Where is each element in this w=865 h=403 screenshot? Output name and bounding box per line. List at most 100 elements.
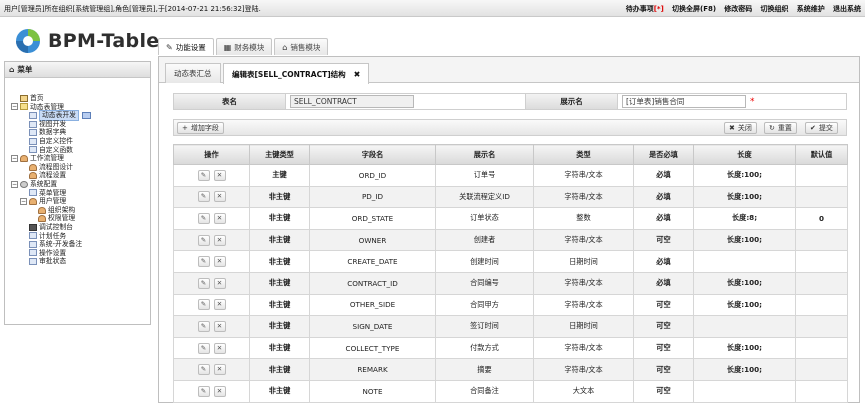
edit-row-icon[interactable]: ✎	[197, 234, 210, 246]
delete-row-icon[interactable]: ✕	[213, 191, 226, 203]
cell-type: 字符串/文本	[533, 358, 634, 381]
module-tabs: ✎ 功能设置 ▦ 财务模块 ⌂ 销售模块	[158, 38, 330, 55]
cell-operation: ✎ ✕	[173, 250, 250, 273]
login-info: 用户[管理员]所在组织[系统管理组],角色[管理员],于[2014-07-21 …	[4, 5, 261, 13]
cell-operation: ✎ ✕	[173, 379, 250, 403]
sidebar-item[interactable]: 菜单管理	[11, 189, 91, 198]
delete-row-icon[interactable]: ✕	[213, 256, 226, 268]
table-name-input[interactable]	[290, 95, 414, 108]
cell-length: 长度:100;	[693, 185, 796, 209]
cell-length: 长度:100;	[693, 271, 796, 295]
delete-row-icon[interactable]: ✕	[213, 234, 226, 246]
tab-table-summary[interactable]: 动态表汇总	[165, 63, 221, 83]
add-field-button[interactable]: + 增加字段	[177, 122, 224, 134]
sidebar-item[interactable]: 流程设置	[11, 171, 91, 180]
cell-operation: ✎ ✕	[173, 271, 250, 295]
doc-icon	[29, 232, 37, 240]
dark-icon	[29, 223, 37, 231]
cell-default	[795, 315, 848, 338]
cell-operation: ✎ ✕	[173, 185, 250, 209]
delete-row-icon[interactable]: ✕	[213, 385, 226, 397]
sidebar-item-label: 自定义控件	[39, 136, 73, 145]
sidebar-item[interactable]: 自定义函数	[11, 146, 91, 155]
submit-button[interactable]: ✔ 提交	[805, 122, 838, 134]
sidebar-item[interactable]: − 工作流管理	[11, 154, 91, 163]
sidebar-item[interactable]: 系统-开发备注	[11, 240, 91, 249]
delete-row-icon[interactable]: ✕	[213, 299, 226, 311]
sidebar-item[interactable]: 权限管理	[11, 214, 91, 223]
tab-finance-module[interactable]: ▦ 财务模块	[215, 38, 273, 55]
cell-required: 可空	[633, 228, 694, 252]
delete-row-icon[interactable]: ✕	[213, 364, 226, 376]
close-button[interactable]: ✖ 关闭	[724, 122, 757, 134]
delete-row-icon[interactable]: ✕	[213, 320, 226, 332]
sidebar-item[interactable]: 操作设置	[11, 249, 91, 258]
cell-default	[795, 293, 848, 317]
table-row: ✎ ✕ 非主键 CONTRACT_ID 合同编号 字符串/文本 必填 长度:100;	[173, 271, 848, 295]
cell-key-type: 非主键	[249, 185, 310, 209]
collapse-toggle-icon[interactable]: −	[11, 180, 18, 188]
table-body: ✎ ✕ 主键 ORD_ID 订单号 字符串/文本 必填 长度:100; ✎ ✕ 非主键 PD_ID 关联…	[173, 164, 848, 403]
col-header-type: 类型	[533, 144, 634, 165]
cell-required: 必填	[633, 185, 694, 209]
sidebar-item-label: 数据字典	[39, 128, 67, 137]
table-row: ✎ ✕ 非主键 CREATE_DATE 创建时间 日期时间 必填	[173, 250, 848, 273]
reset-button[interactable]: ↻ 重置	[764, 122, 797, 134]
collapse-toggle-icon[interactable]: −	[11, 154, 18, 162]
cell-length	[693, 379, 796, 403]
fullscreen-link[interactable]: 切换全屏(F8)	[672, 5, 716, 13]
cell-length: 长度:100;	[693, 164, 796, 187]
cell-required: 可空	[633, 293, 694, 317]
sidebar-item[interactable]: 审批状态	[11, 257, 91, 266]
change-password-link[interactable]: 修改密码	[724, 5, 752, 13]
sidebar-item-label: 调试控制台	[39, 222, 73, 231]
sidebar-item[interactable]: 自定义控件	[11, 137, 91, 146]
table-name-label: 表名	[174, 94, 286, 109]
edit-row-icon[interactable]: ✎	[197, 299, 210, 311]
edit-row-icon[interactable]: ✎	[197, 212, 210, 224]
cell-field-name: CONTRACT_ID	[309, 271, 436, 295]
edit-row-icon[interactable]: ✎	[197, 385, 210, 397]
doc-icon	[29, 240, 37, 248]
tab-sales-module[interactable]: ⌂ 销售模块	[274, 38, 329, 55]
cell-field-name: OWNER	[309, 228, 436, 252]
sidebar-item[interactable]: − 用户管理	[11, 197, 91, 206]
delete-row-icon[interactable]: ✕	[213, 169, 226, 181]
cell-length: 长度:100;	[693, 228, 796, 252]
logout-link[interactable]: 退出系统	[833, 5, 861, 13]
delete-row-icon[interactable]: ✕	[213, 212, 226, 224]
cell-field-name: SIGN_DATE	[309, 315, 436, 338]
collapse-toggle-icon[interactable]: −	[20, 197, 27, 205]
sidebar-item[interactable]: 首页	[11, 94, 91, 103]
todo-link[interactable]: 待办事项[*]	[626, 5, 664, 13]
sidebar-item[interactable]: 动态表开发	[11, 110, 91, 121]
table-row: ✎ ✕ 非主键 NOTE 合同备注 大文本 可空	[173, 379, 848, 403]
delete-row-icon[interactable]: ✕	[213, 342, 226, 354]
delete-row-icon[interactable]: ✕	[213, 277, 226, 289]
sidebar-item[interactable]: − 系统配置	[11, 180, 91, 189]
cell-type: 字符串/文本	[533, 164, 634, 187]
close-tab-icon[interactable]: ✖	[354, 70, 361, 79]
cell-display-name: 合同编号	[435, 271, 534, 295]
col-header-key-type: 主键类型	[249, 144, 310, 165]
edit-row-icon[interactable]: ✎	[197, 320, 210, 332]
tab-edit-table-structure[interactable]: 编辑表[SELL_CONTRACT]结构 ✖	[223, 63, 370, 84]
display-name-input[interactable]	[622, 95, 746, 108]
sidebar-item[interactable]: 数据字典	[11, 128, 91, 137]
switch-org-link[interactable]: 切换组织	[761, 5, 789, 13]
system-maintenance-link[interactable]: 系统维护	[797, 5, 825, 13]
edit-row-icon[interactable]: ✎	[197, 364, 210, 376]
sidebar-item-label: 菜单管理	[39, 188, 67, 197]
collapse-toggle-icon[interactable]: −	[11, 103, 18, 111]
cell-type: 日期时间	[533, 315, 634, 338]
edit-row-icon[interactable]: ✎	[197, 169, 210, 181]
sidebar-item[interactable]: 计划任务	[11, 232, 91, 241]
edit-row-icon[interactable]: ✎	[197, 277, 210, 289]
cell-key-type: 主键	[249, 164, 310, 187]
edit-row-icon[interactable]: ✎	[197, 256, 210, 268]
people-icon	[38, 206, 46, 214]
edit-row-icon[interactable]: ✎	[197, 342, 210, 354]
edit-row-icon[interactable]: ✎	[197, 191, 210, 203]
tab-function-settings[interactable]: ✎ 功能设置	[158, 38, 214, 55]
sidebar-item[interactable]: 调试控制台	[11, 223, 91, 232]
